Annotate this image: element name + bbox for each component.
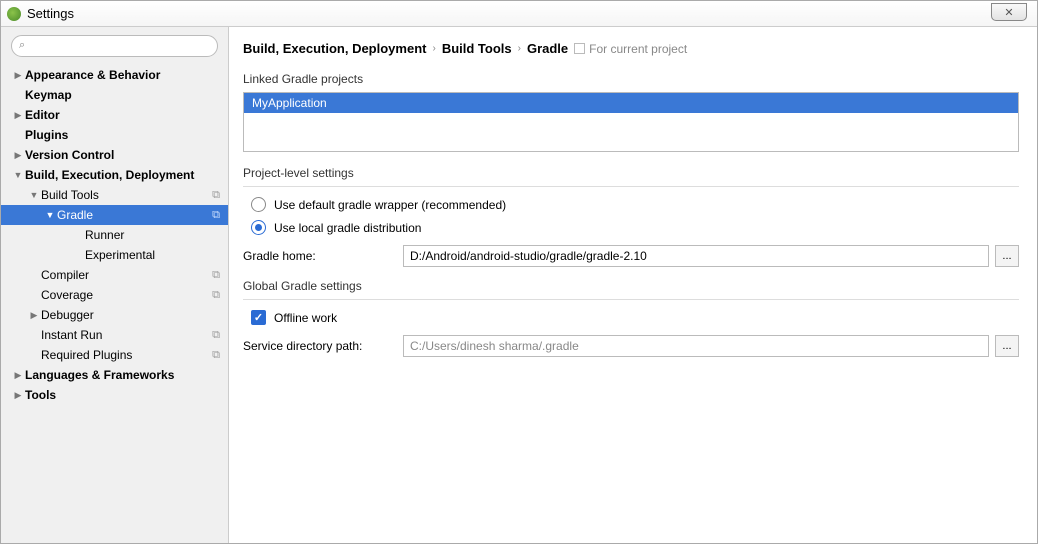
sidebar-item-label: Appearance & Behavior	[25, 68, 160, 82]
sidebar-item-label: Plugins	[25, 128, 68, 142]
tree-arrow-icon: ▼	[13, 170, 23, 180]
sidebar-item-compiler[interactable]: Compiler ⧉	[1, 265, 228, 285]
sidebar-item-instant-run[interactable]: Instant Run ⧉	[1, 325, 228, 345]
linked-projects-list[interactable]: MyApplication	[243, 92, 1019, 152]
crumb-3: Gradle	[527, 41, 568, 56]
sidebar-item-languages-frameworks[interactable]: ▶Languages & Frameworks	[1, 365, 228, 385]
breadcrumb: Build, Execution, Deployment › Build Too…	[243, 37, 1019, 66]
titlebar: Settings ✕	[1, 1, 1037, 27]
project-level-label: Project-level settings	[243, 166, 1019, 180]
sidebar-item-label: Build, Execution, Deployment	[25, 168, 194, 182]
service-dir-label: Service directory path:	[243, 339, 403, 353]
service-dir-browse-button[interactable]: ...	[995, 335, 1019, 357]
sidebar-item-tools[interactable]: ▶Tools	[1, 385, 228, 405]
sidebar-item-label: Coverage	[41, 288, 93, 302]
tree-arrow-icon: ▶	[13, 390, 23, 401]
divider	[243, 186, 1019, 187]
radio-default-wrapper[interactable]	[251, 197, 266, 212]
chevron-right-icon: ›	[432, 43, 435, 54]
tree-arrow-icon: ▶	[13, 150, 23, 161]
sidebar-item-label: Build Tools	[41, 188, 99, 202]
app-icon	[7, 7, 21, 21]
linked-project-row[interactable]: MyApplication	[244, 93, 1018, 113]
tree-arrow-icon: ▼	[29, 190, 39, 200]
window-title: Settings	[27, 6, 74, 21]
radio-default-wrapper-label: Use default gradle wrapper (recommended)	[274, 198, 506, 212]
sidebar-item-label: Tools	[25, 388, 56, 402]
close-button[interactable]: ✕	[991, 3, 1027, 21]
sidebar-item-label: Version Control	[25, 148, 114, 162]
divider	[243, 299, 1019, 300]
copy-icon: ⧉	[212, 189, 220, 202]
crumb-1: Build, Execution, Deployment	[243, 41, 426, 56]
sidebar-item-build-tools[interactable]: ▼Build Tools ⧉	[1, 185, 228, 205]
sidebar-item-label: Runner	[85, 228, 124, 242]
chevron-right-icon: ›	[518, 43, 521, 54]
tree-arrow-icon: ▶	[13, 110, 23, 121]
global-settings-label: Global Gradle settings	[243, 279, 1019, 293]
sidebar-item-experimental[interactable]: Experimental	[1, 245, 228, 265]
gradle-home-browse-button[interactable]: ...	[995, 245, 1019, 267]
sidebar-item-label: Compiler	[41, 268, 89, 282]
sidebar-item-label: Debugger	[41, 308, 94, 322]
linked-projects-label: Linked Gradle projects	[243, 72, 1019, 86]
search-input[interactable]	[11, 35, 218, 57]
sidebar-item-label: Instant Run	[41, 328, 102, 342]
offline-work-label: Offline work	[274, 311, 337, 325]
sidebar-item-gradle[interactable]: ▼Gradle ⧉	[1, 205, 228, 225]
sidebar-item-plugins[interactable]: Plugins	[1, 125, 228, 145]
main-panel: Build, Execution, Deployment › Build Too…	[229, 27, 1037, 543]
sidebar: ⌕ ▶Appearance & BehaviorKeymap▶EditorPlu…	[1, 27, 229, 543]
sidebar-item-label: Required Plugins	[41, 348, 132, 362]
sidebar-item-label: Experimental	[85, 248, 155, 262]
radio-local-distribution[interactable]	[251, 220, 266, 235]
sidebar-item-keymap[interactable]: Keymap	[1, 85, 228, 105]
scope-text: For current project	[589, 42, 687, 56]
scope-label: For current project	[574, 42, 687, 56]
copy-icon: ⧉	[212, 349, 220, 362]
sidebar-item-label: Gradle	[57, 208, 93, 222]
tree-arrow-icon: ▶	[13, 70, 23, 81]
sidebar-item-appearance-behavior[interactable]: ▶Appearance & Behavior	[1, 65, 228, 85]
copy-icon: ⧉	[212, 209, 220, 222]
sidebar-item-required-plugins[interactable]: Required Plugins ⧉	[1, 345, 228, 365]
sidebar-item-debugger[interactable]: ▶Debugger	[1, 305, 228, 325]
crumb-2: Build Tools	[442, 41, 512, 56]
scope-icon	[574, 43, 585, 54]
copy-icon: ⧉	[212, 269, 220, 282]
tree-arrow-icon: ▼	[45, 210, 55, 220]
sidebar-item-coverage[interactable]: Coverage ⧉	[1, 285, 228, 305]
tree-arrow-icon: ▶	[13, 370, 23, 381]
radio-local-distribution-label: Use local gradle distribution	[274, 221, 421, 235]
sidebar-item-label: Keymap	[25, 88, 72, 102]
sidebar-item-runner[interactable]: Runner	[1, 225, 228, 245]
sidebar-item-editor[interactable]: ▶Editor	[1, 105, 228, 125]
sidebar-item-version-control[interactable]: ▶Version Control	[1, 145, 228, 165]
sidebar-item-build-execution-deployment[interactable]: ▼Build, Execution, Deployment	[1, 165, 228, 185]
service-dir-input[interactable]	[403, 335, 989, 357]
settings-tree: ▶Appearance & BehaviorKeymap▶EditorPlugi…	[1, 63, 228, 543]
gradle-home-label: Gradle home:	[243, 249, 403, 263]
offline-work-checkbox[interactable]: ✓	[251, 310, 266, 325]
tree-arrow-icon: ▶	[29, 310, 39, 321]
copy-icon: ⧉	[212, 289, 220, 302]
sidebar-item-label: Editor	[25, 108, 60, 122]
gradle-home-input[interactable]	[403, 245, 989, 267]
sidebar-item-label: Languages & Frameworks	[25, 368, 174, 382]
copy-icon: ⧉	[212, 329, 220, 342]
